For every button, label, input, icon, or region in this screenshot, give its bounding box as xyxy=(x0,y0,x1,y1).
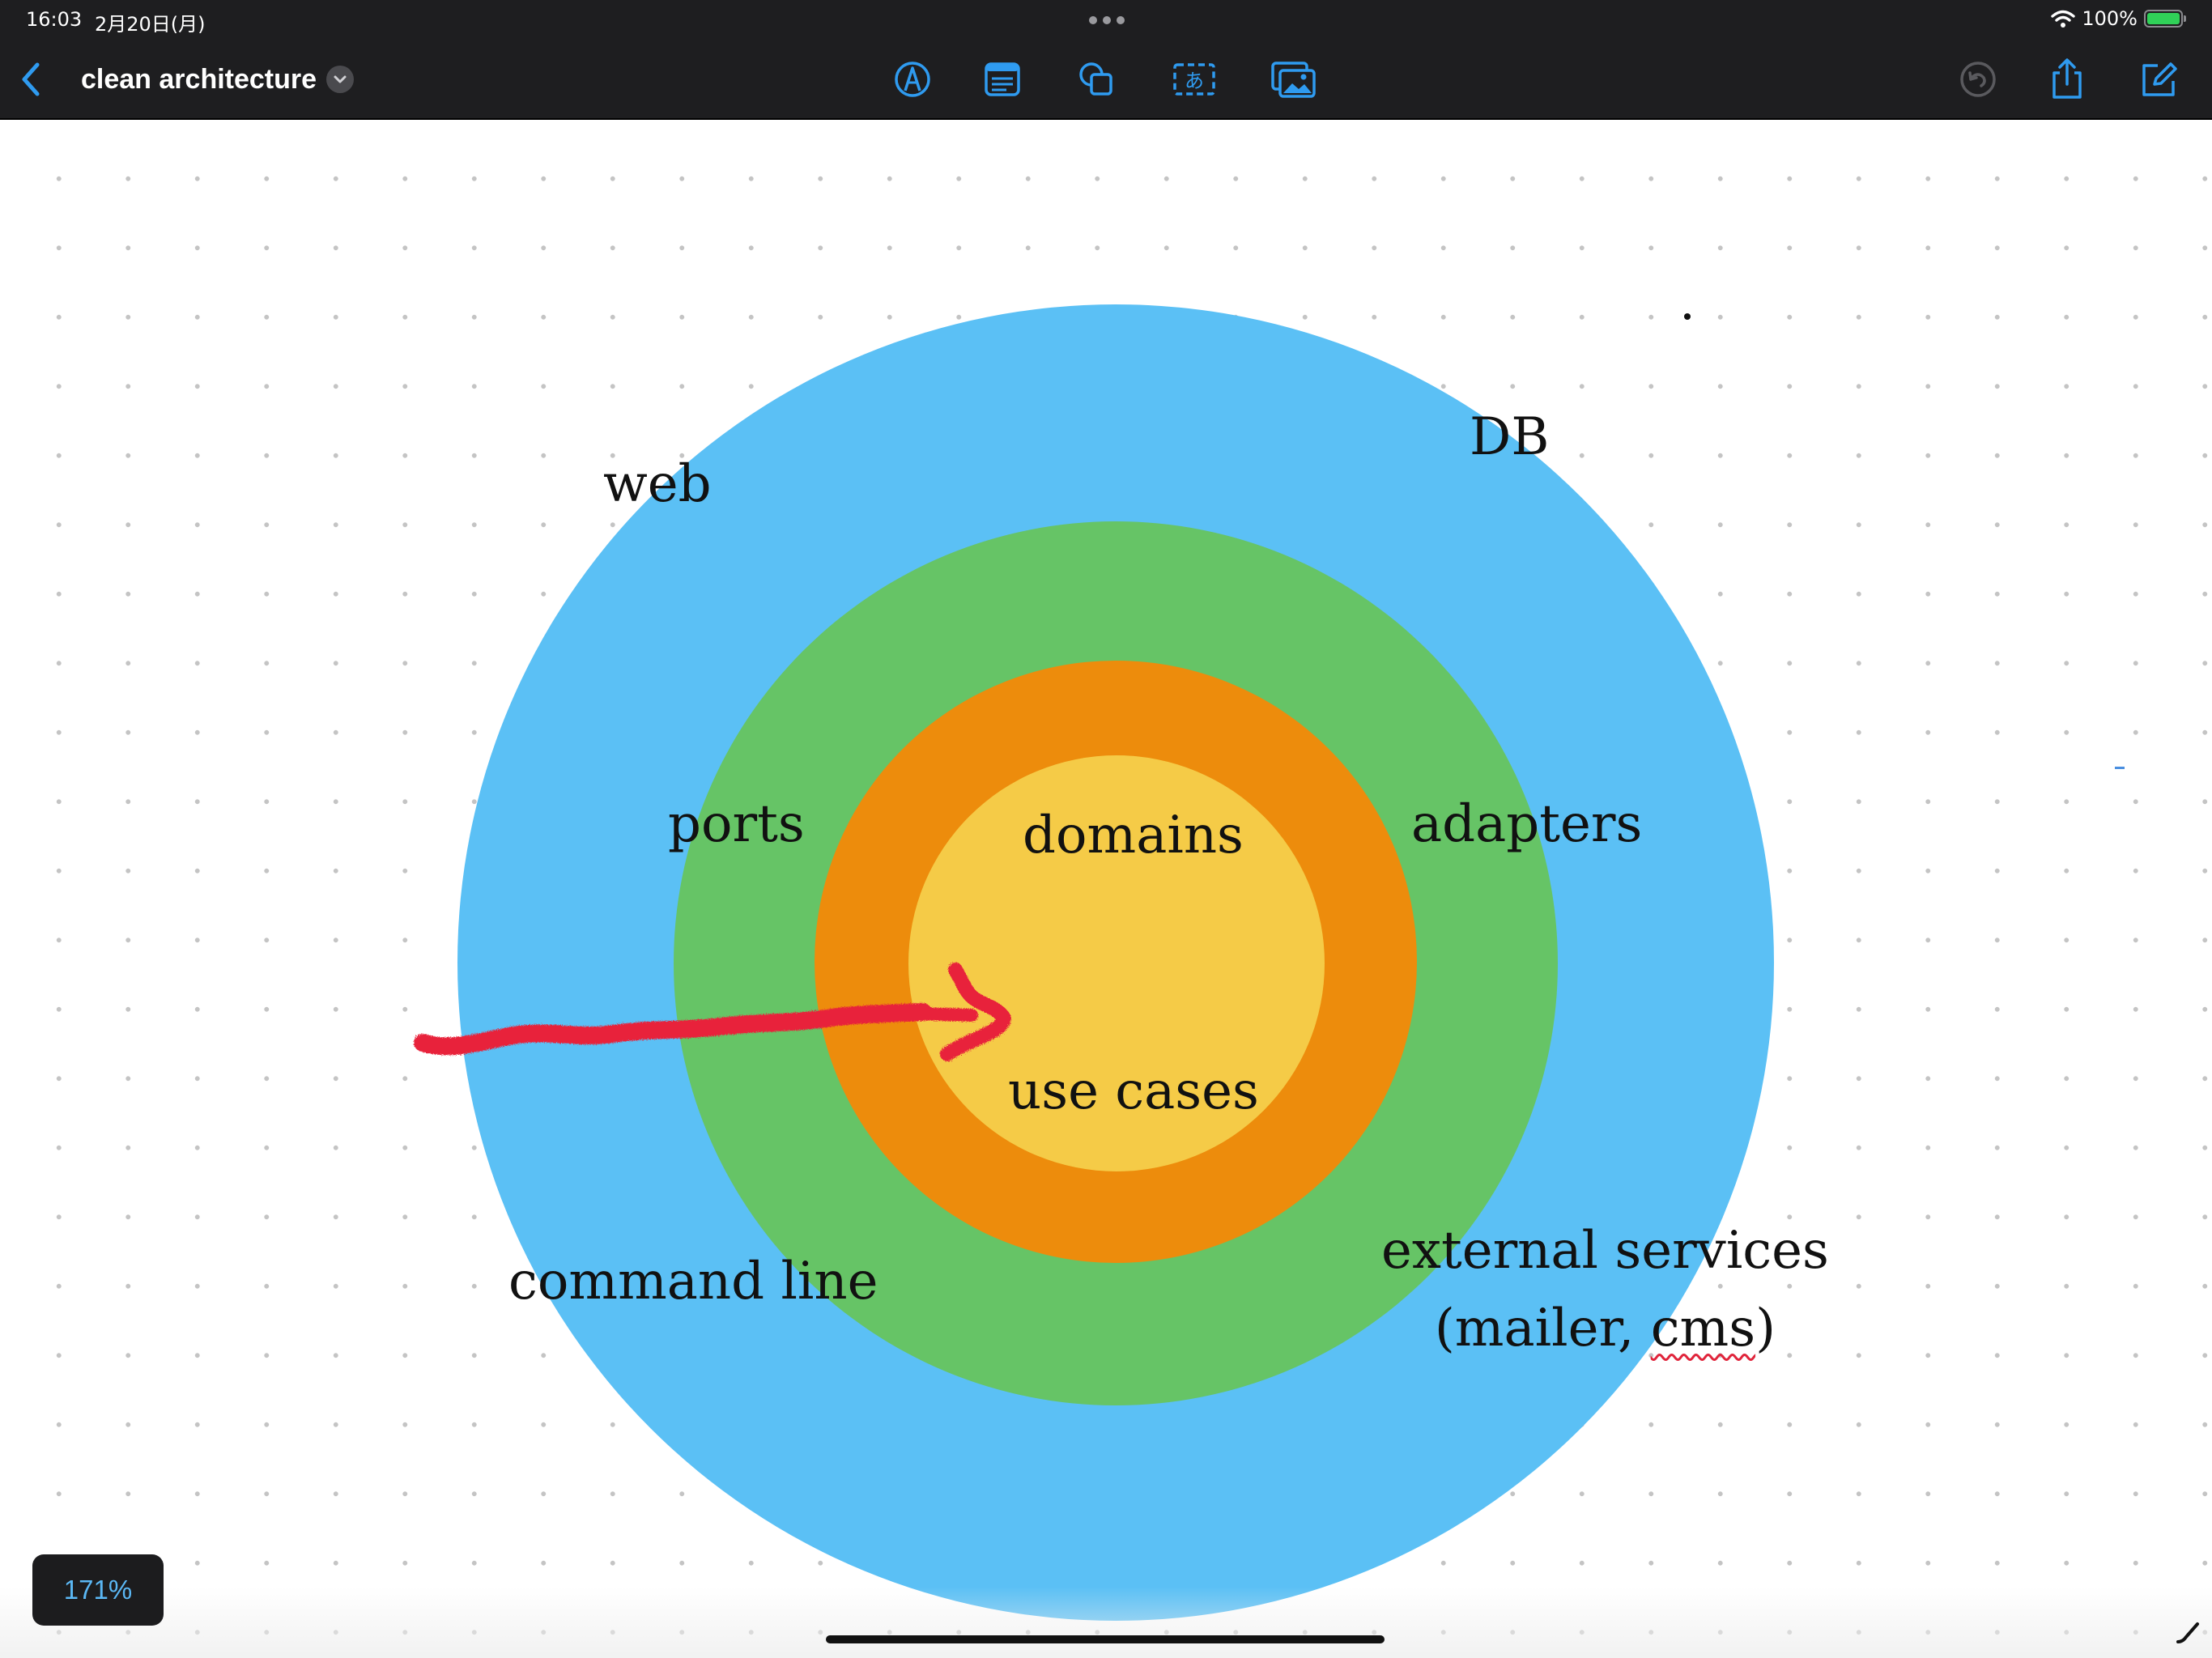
label-web[interactable]: web xyxy=(603,452,712,517)
undo-icon xyxy=(1960,62,1996,97)
label-domains[interactable]: domains xyxy=(1023,803,1244,868)
board-canvas[interactable]: web DB ports domains adapters use cases … xyxy=(0,120,2212,1658)
undo-button[interactable] xyxy=(1954,57,2002,102)
chevron-down-icon xyxy=(334,75,347,83)
board-title[interactable]: clean architecture xyxy=(81,60,317,99)
back-button[interactable] xyxy=(13,57,49,102)
external-services-line1: external services xyxy=(1381,1221,1829,1281)
status-date: 2月20日(月) xyxy=(95,13,206,36)
label-adapters[interactable]: adapters xyxy=(1411,792,1642,857)
external-services-line2: (mailer, cms) xyxy=(1434,1299,1776,1358)
share-icon xyxy=(2052,58,2082,99)
shapes-icon xyxy=(1079,62,1112,96)
multitasking-dots-icon[interactable] xyxy=(1089,16,1125,24)
zoom-level-button[interactable]: 171% xyxy=(32,1554,164,1626)
sticky-note-icon xyxy=(985,62,1020,96)
home-indicator[interactable] xyxy=(826,1635,1385,1643)
photo-button[interactable] xyxy=(1270,57,1318,102)
chevron-left-icon xyxy=(22,62,40,96)
compose-icon xyxy=(2142,62,2177,96)
freeform-board-screen: 16:03 2月20日(月) 100% clean architecture あ… xyxy=(0,0,2212,1658)
svg-text:あ: あ xyxy=(1185,70,1204,92)
status-indicators: 100% xyxy=(2051,6,2186,31)
compose-button[interactable] xyxy=(2135,57,2184,102)
text-box-button[interactable]: あ xyxy=(1170,57,1219,102)
red-arrow-sketch[interactable] xyxy=(405,954,1020,1116)
photo-icon xyxy=(1271,62,1316,98)
shapes-button[interactable] xyxy=(1072,57,1121,102)
label-db[interactable]: DB xyxy=(1470,405,1549,470)
misspelled-word-cms: cms xyxy=(1650,1299,1756,1358)
battery-percent: 100% xyxy=(2082,7,2138,30)
bottom-fade xyxy=(0,1587,2212,1658)
stray-ink-mark xyxy=(2115,767,2125,769)
top-toolbar: 16:03 2月20日(月) 100% clean architecture あ xyxy=(0,0,2212,120)
label-ports[interactable]: ports xyxy=(668,792,805,857)
label-external-services[interactable]: external services (mailer, cms) xyxy=(1381,1212,1829,1367)
stray-ink-dot xyxy=(1684,313,1691,320)
battery-charging-icon xyxy=(2144,10,2186,28)
status-time: 16:03 xyxy=(26,8,83,31)
wifi-icon xyxy=(2051,10,2076,28)
pencil-hover-icon[interactable] xyxy=(2175,1616,2204,1645)
label-use-cases[interactable]: use cases xyxy=(1008,1059,1259,1124)
text-box-icon: あ xyxy=(1173,63,1215,96)
sticky-note-button[interactable] xyxy=(978,57,1027,102)
label-command-line[interactable]: command line xyxy=(508,1249,878,1314)
pen-icon xyxy=(895,62,930,97)
title-menu-button[interactable] xyxy=(326,66,354,93)
pen-tool-button[interactable] xyxy=(888,57,937,102)
share-button[interactable] xyxy=(2043,57,2091,102)
